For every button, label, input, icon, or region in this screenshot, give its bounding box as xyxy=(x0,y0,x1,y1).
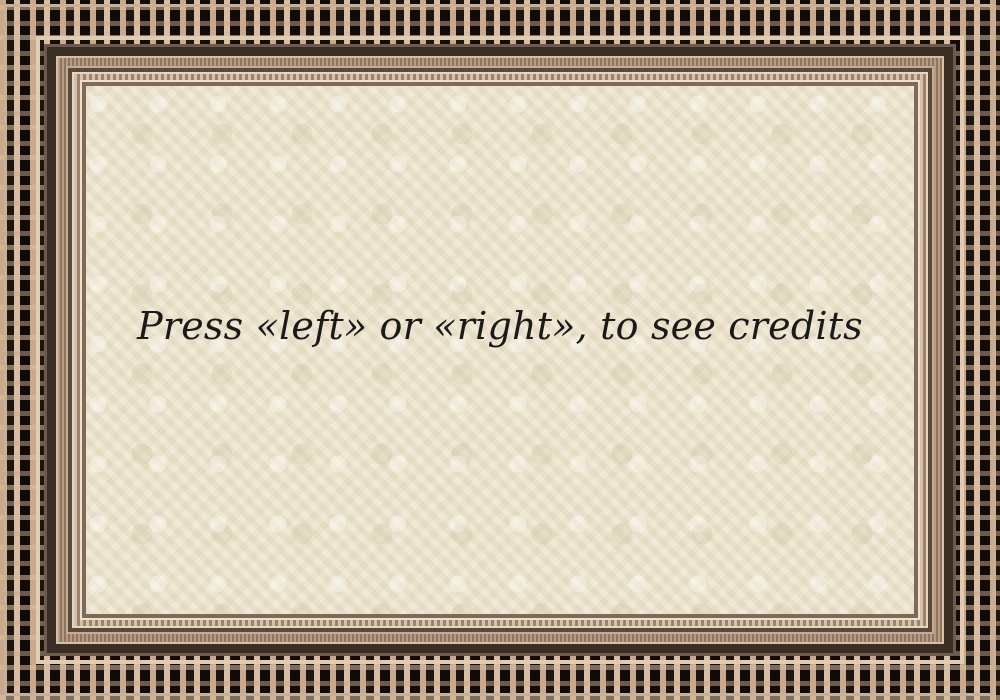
credits-screen: Press «left» or «right», to see credits xyxy=(0,0,1000,700)
parchment-panel: Press «left» or «right», to see credits xyxy=(86,86,914,614)
credits-prompt-text: Press «left» or «right», to see credits xyxy=(137,304,863,348)
